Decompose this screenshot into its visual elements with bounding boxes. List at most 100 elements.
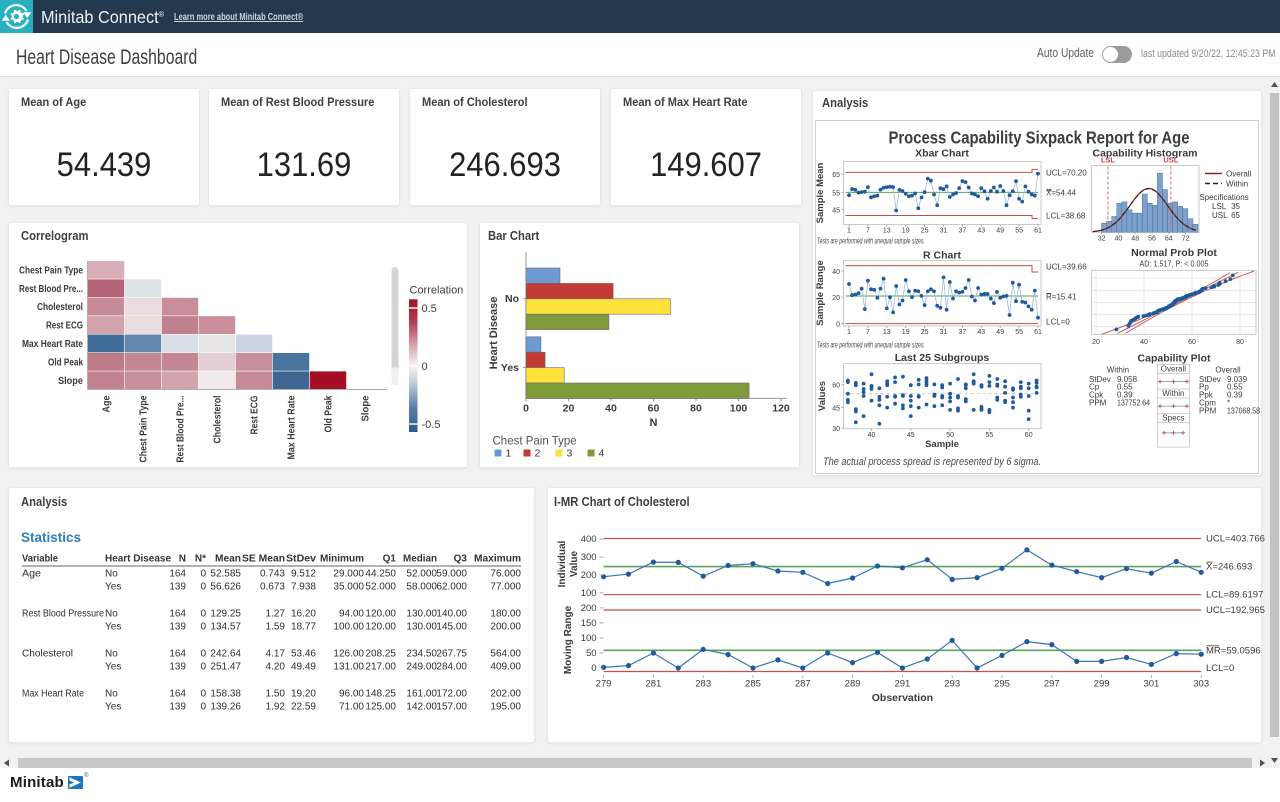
svg-text:400: 400 [581,534,597,545]
svg-text:LSL: LSL [1101,156,1116,165]
svg-text:0: 0 [591,663,596,674]
svg-text:202.00: 202.00 [490,689,521,700]
svg-text:61: 61 [1034,329,1042,336]
svg-text:SE Mean: SE Mean [242,554,285,565]
svg-text:50: 50 [946,432,954,439]
svg-text:55: 55 [1015,228,1023,235]
svg-text:Rest ECG: Rest ECG [46,320,83,332]
svg-text:Cholesterol: Cholesterol [22,649,73,660]
svg-text:55: 55 [1015,329,1023,336]
svg-text:180.00: 180.00 [490,609,521,620]
svg-text:Individual: Individual [557,540,568,587]
svg-text:Values: Values [817,381,828,411]
svg-text:Age: Age [101,395,113,412]
svg-text:19.20: 19.20 [291,689,316,700]
svg-text:65: 65 [1231,211,1240,220]
svg-text:126.00: 126.00 [333,649,364,660]
svg-text:Within: Within [1226,180,1248,189]
svg-text:300: 300 [581,552,597,563]
svg-text:40: 40 [832,269,840,276]
svg-text:291: 291 [894,679,910,690]
svg-text:Correlation: Correlation [410,285,464,297]
svg-text:Minimum: Minimum [320,554,364,565]
svg-text:Last 25 Subgroups: Last 25 Subgroups [895,352,990,364]
svg-text:Variable: Variable [22,554,58,565]
svg-text:172.00: 172.00 [436,689,467,700]
svg-text:43: 43 [977,228,985,235]
svg-text:0.673: 0.673 [260,582,285,593]
svg-text:Old Peak: Old Peak [323,395,335,432]
svg-text:1.59: 1.59 [266,622,286,633]
svg-text:Max Heart Rate: Max Heart Rate [22,689,84,700]
svg-text:Xbar Chart: Xbar Chart [915,148,969,160]
svg-text:7: 7 [866,329,870,336]
svg-text:Rest Blood Pre...: Rest Blood Pre... [19,283,83,295]
svg-text:1.50: 1.50 [266,689,286,700]
svg-text:Chest Pain Type: Chest Pain Type [19,264,83,276]
svg-text:150: 150 [581,618,597,629]
svg-text:35: 35 [1231,202,1240,211]
svg-text:49.49: 49.49 [291,662,316,673]
svg-text:60: 60 [648,402,660,414]
svg-text:251.47: 251.47 [210,662,241,673]
svg-text:281: 281 [645,679,661,690]
svg-text:LCL=38.68: LCL=38.68 [1046,212,1086,221]
svg-text:Slope: Slope [58,375,83,387]
svg-text:Q3: Q3 [454,554,468,565]
svg-text:125.00: 125.00 [365,702,396,713]
svg-text:45: 45 [907,432,915,439]
svg-text:Overall: Overall [1161,364,1187,373]
svg-text:72: 72 [1182,236,1190,243]
svg-text:94.00: 94.00 [339,609,364,620]
svg-text:129.25: 129.25 [210,609,241,620]
svg-text:N: N [179,554,186,565]
svg-text:4: 4 [599,448,605,460]
svg-text:52.000: 52.000 [365,582,396,593]
svg-text:35.000: 35.000 [333,582,364,593]
svg-text:59.000: 59.000 [436,569,467,580]
svg-text:48: 48 [1131,236,1139,243]
svg-text:44.250: 44.250 [365,569,396,580]
svg-text:PPM: PPM [1199,406,1217,415]
svg-text:0: 0 [200,689,206,700]
svg-text:Age: Age [22,569,41,580]
svg-text:65: 65 [832,172,840,179]
svg-text:Cholesterol: Cholesterol [212,395,224,443]
svg-text:40: 40 [1140,339,1148,346]
svg-text:13: 13 [883,329,891,336]
svg-text:142.00: 142.00 [406,702,437,713]
svg-text:Tests are performed with unequ: Tests are performed with unequal sample … [817,236,925,246]
svg-text:37: 37 [959,228,967,235]
svg-text:120: 120 [772,402,790,414]
svg-text:134.57: 134.57 [210,622,241,633]
svg-text:139: 139 [169,622,186,633]
svg-text:20: 20 [563,402,575,414]
svg-text:242.64: 242.64 [210,649,241,660]
svg-text:Maximum: Maximum [474,554,521,565]
svg-text:4.17: 4.17 [266,649,286,660]
svg-text:45: 45 [832,207,840,214]
svg-text:100: 100 [581,588,597,599]
svg-text:49: 49 [996,329,1004,336]
svg-text:161.00: 161.00 [406,689,437,700]
svg-text:60: 60 [832,382,840,389]
svg-text:164: 164 [169,689,186,700]
svg-text:Process Capability Sixpack Rep: Process Capability Sixpack Report for Ag… [888,128,1189,147]
svg-text:0: 0 [422,361,428,373]
svg-text:Q1: Q1 [383,554,397,565]
svg-text:40: 40 [868,432,876,439]
svg-text:Yes: Yes [105,662,121,673]
svg-text:58.000: 58.000 [406,582,437,593]
svg-text:USL: USL [1163,156,1178,165]
svg-text:29.000: 29.000 [333,569,364,580]
svg-text:31: 31 [940,329,948,336]
svg-text:Tests are performed with unequ: Tests are performed with unequal sample … [817,340,925,350]
svg-text:Specifications: Specifications [1199,193,1248,202]
svg-text:100: 100 [581,633,597,644]
svg-text:297: 297 [1044,679,1060,690]
svg-text:StDev: StDev [286,554,316,565]
svg-text:52.000: 52.000 [406,569,437,580]
svg-text:LSL: LSL [1212,202,1227,211]
svg-text:9.512: 9.512 [291,569,316,580]
svg-text:287: 287 [795,679,811,690]
